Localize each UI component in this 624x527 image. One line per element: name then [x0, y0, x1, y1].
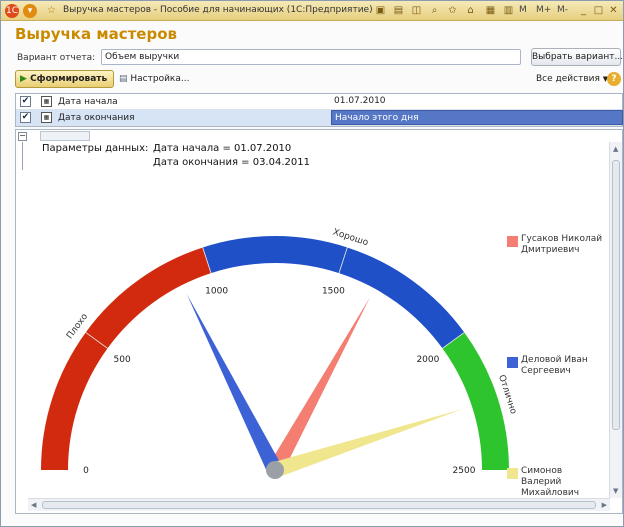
- legend-swatch: [507, 236, 518, 247]
- scroll-up-icon[interactable]: ▲: [613, 144, 618, 154]
- tick-label: 2000: [416, 355, 439, 365]
- table-row[interactable]: ✔ ▦ Дата начала 01.07.2010: [16, 94, 622, 110]
- favorites-icon[interactable]: ✩: [446, 4, 459, 17]
- window-title: Выручка мастеров - Пособие для начинающи…: [63, 5, 373, 15]
- scroll-left-icon[interactable]: ◀: [31, 500, 36, 510]
- tick-label: 1500: [322, 286, 345, 296]
- app-logo-icon[interactable]: 1С: [5, 4, 19, 18]
- gauge-chart: ПлохоХорошоОтлично 05001000 150020002500: [41, 228, 516, 479]
- settings-icon: ▤: [119, 74, 128, 84]
- maximize-icon[interactable]: □: [592, 4, 605, 17]
- collapse-toggle[interactable]: −: [18, 132, 27, 141]
- checkbox[interactable]: ✔: [20, 112, 31, 123]
- generate-button[interactable]: ▶ Сформировать: [15, 70, 115, 88]
- checkbox[interactable]: ✔: [20, 96, 31, 107]
- legend-swatch: [507, 357, 518, 368]
- page-title: Выручка мастеров: [15, 25, 178, 43]
- generate-button-label: Сформировать: [30, 74, 108, 84]
- tick-label: 2500: [453, 466, 476, 476]
- params-label: Параметры данных:: [42, 143, 149, 154]
- gauge-hub: [266, 461, 284, 479]
- calendar-icon: ▦: [41, 96, 52, 107]
- scroll-right-icon[interactable]: ▶: [602, 500, 607, 510]
- legend-entry-label: Гусаков Николай Дмитриевич: [521, 234, 603, 255]
- tick-label: 500: [114, 355, 131, 365]
- group-line: [22, 142, 23, 170]
- param-name: Дата начала: [58, 97, 118, 107]
- horizontal-scrollbar[interactable]: ◀ ▶: [28, 498, 610, 511]
- vertical-scroll-thumb[interactable]: [612, 160, 620, 430]
- legend-swatch: [507, 468, 518, 479]
- gauge-needle-1: [186, 293, 283, 474]
- all-actions-menu[interactable]: Все действия ▼: [536, 74, 608, 84]
- calculator-icon[interactable]: ▦: [484, 4, 497, 17]
- variant-label: Вариант отчета:: [17, 53, 96, 63]
- param-name: Дата окончания: [58, 113, 135, 123]
- menu-dropdown-icon[interactable]: ▾: [23, 4, 37, 18]
- start-date-param: Дата начала = 01.07.2010: [153, 143, 292, 154]
- report-window: 1С ▾ ☆ Выручка мастеров - Пособие для на…: [0, 0, 624, 527]
- table-row[interactable]: ✔ ▦ Дата окончания Начало этого дня: [16, 110, 623, 126]
- star-icon[interactable]: ☆: [45, 4, 58, 17]
- print-icon[interactable]: ▤: [392, 4, 405, 17]
- param-value-input[interactable]: Начало этого дня: [331, 110, 623, 125]
- save-icon[interactable]: ▣: [374, 4, 387, 17]
- gauge-band-2: [442, 332, 509, 470]
- preview-icon[interactable]: ◫: [410, 4, 423, 17]
- choose-variant-button[interactable]: Выбрать вариант...: [531, 48, 623, 66]
- minimize-icon[interactable]: _: [577, 4, 590, 17]
- memory-button[interactable]: M: [519, 5, 527, 15]
- home-icon[interactable]: ⌂: [464, 4, 477, 17]
- settings-button[interactable]: ▤ Настройка...: [119, 74, 189, 84]
- help-icon[interactable]: ?: [607, 72, 621, 86]
- title-bar: 1С ▾ ☆ Выручка мастеров - Пособие для на…: [1, 1, 623, 21]
- horizontal-scroll-thumb[interactable]: [42, 501, 596, 509]
- legend-entry-label: Деловой Иван Сергеевич: [521, 355, 588, 376]
- find-icon[interactable]: ⌕: [428, 4, 441, 17]
- tick-label: 1000: [205, 286, 228, 296]
- settings-button-label: Настройка...: [130, 74, 190, 84]
- report-header-cell: [40, 131, 90, 141]
- close-icon[interactable]: ✕: [607, 4, 620, 17]
- all-actions-label: Все действия: [536, 74, 600, 84]
- vertical-scrollbar[interactable]: ▲ ▼: [609, 142, 622, 498]
- variant-field[interactable]: Объем выручки: [101, 49, 521, 65]
- play-icon: ▶: [20, 74, 27, 84]
- report-area: − Параметры данных: Дата начала = 01.07.…: [15, 129, 623, 514]
- scroll-down-icon[interactable]: ▼: [613, 486, 618, 496]
- parameters-table: ✔ ▦ Дата начала 01.07.2010 ✔ ▦ Дата окон…: [15, 93, 623, 127]
- calendar-icon: ▦: [41, 112, 52, 123]
- legend-entry-label: Симонов Валерий Михайлович: [521, 466, 580, 498]
- calendar-icon[interactable]: ▥: [502, 4, 515, 17]
- tick-label: 0: [83, 466, 89, 476]
- param-value[interactable]: 01.07.2010: [331, 94, 623, 109]
- end-date-param: Дата окончания = 03.04.2011: [153, 157, 310, 168]
- memory-subtract-button[interactable]: M-: [557, 5, 568, 15]
- memory-add-button[interactable]: M+: [536, 5, 551, 15]
